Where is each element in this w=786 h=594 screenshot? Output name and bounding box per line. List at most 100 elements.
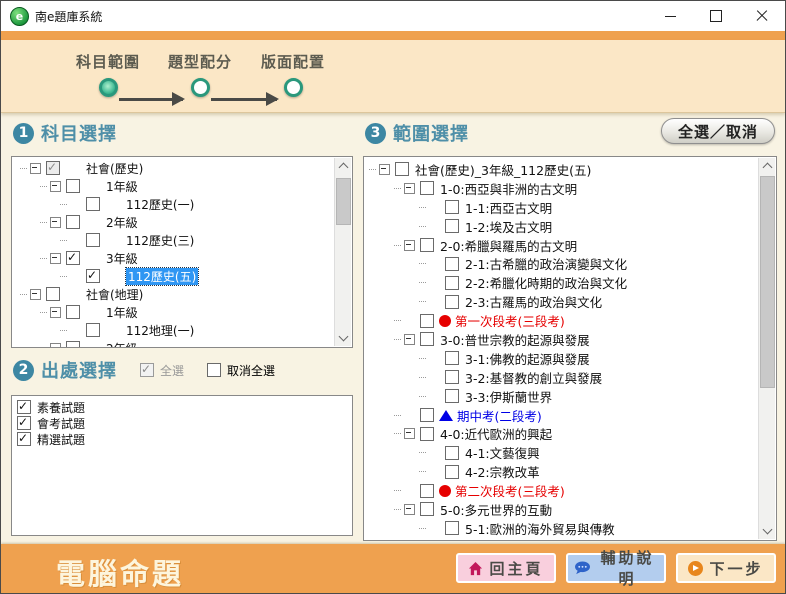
tree-row[interactable]: 3-1:佛教的起源與發展	[367, 349, 758, 368]
checkbox[interactable]	[420, 502, 434, 516]
scrollbar-thumb[interactable]	[760, 176, 775, 388]
scroll-down-button[interactable]	[759, 523, 775, 539]
maximize-button[interactable]	[693, 1, 739, 31]
tree-node-label[interactable]: 4-2:宗教改革	[465, 462, 540, 481]
checkbox[interactable]	[445, 521, 459, 535]
tree-node-label[interactable]: 112歷史(一)	[126, 196, 194, 213]
checkbox[interactable]	[66, 341, 80, 348]
checkbox[interactable]	[445, 389, 459, 403]
tree-row[interactable]: 第一次段考(三段考)	[367, 311, 758, 330]
expand-toggle-icon[interactable]	[50, 181, 61, 192]
checkbox[interactable]	[395, 162, 409, 176]
expand-toggle-icon[interactable]	[404, 334, 415, 345]
checkbox[interactable]	[86, 197, 100, 211]
checkbox[interactable]	[445, 276, 459, 290]
help-button[interactable]: 輔助說明	[566, 553, 666, 583]
expand-toggle-icon[interactable]	[404, 183, 415, 194]
tree-node-label[interactable]: 3-3:伊斯蘭世界	[465, 387, 552, 406]
tree-node-label[interactable]: 1-0:西亞與非洲的古文明	[440, 179, 577, 198]
tree-row[interactable]: 4-0:近代歐洲的興起	[367, 424, 758, 443]
checkbox[interactable]	[420, 314, 434, 328]
checkbox[interactable]	[420, 484, 434, 498]
deselect-all-checkbox[interactable]: 取消全選	[205, 362, 275, 379]
tree-node-label[interactable]: 2-1:古希臘的政治演變與文化	[465, 254, 627, 273]
tree-row[interactable]: 社會(地理)	[16, 285, 334, 303]
checkbox[interactable]	[420, 181, 434, 195]
close-button[interactable]	[739, 1, 785, 31]
tree-node-label[interactable]: 2-3:古羅馬的政治與文化	[465, 292, 602, 311]
tree-node-label[interactable]: 2-0:希臘與羅馬的古文明	[440, 236, 577, 255]
checkbox[interactable]	[445, 200, 459, 214]
checkbox[interactable]	[420, 332, 434, 346]
tree-node-label[interactable]: 5-0:多元世界的互動	[440, 500, 552, 519]
tree-node-label[interactable]: 社會(地理)	[86, 286, 143, 303]
expand-toggle-icon[interactable]	[30, 163, 41, 174]
tree-row[interactable]: 112歷史(三)	[16, 231, 334, 249]
subject-tree-scrollbar[interactable]	[334, 158, 351, 346]
tree-node-label[interactable]: 112歷史(五)	[126, 268, 198, 285]
tree-node-label[interactable]: 第一次段考(三段考)	[455, 311, 565, 330]
expand-toggle-icon[interactable]	[404, 428, 415, 439]
checkbox[interactable]	[445, 257, 459, 271]
tree-node-label[interactable]: 112歷史(三)	[126, 232, 194, 249]
tree-row[interactable]: 1年級	[16, 177, 334, 195]
tree-row[interactable]: 2-3:古羅馬的政治與文化	[367, 292, 758, 311]
tree-node-label[interactable]: 第二次段考(三段考)	[455, 481, 565, 500]
checkbox[interactable]	[445, 295, 459, 309]
source-list-item[interactable]: 會考試題	[12, 415, 352, 431]
tree-row[interactable]: 社會(歷史)	[16, 159, 334, 177]
expand-toggle-icon[interactable]	[50, 253, 61, 264]
checkbox[interactable]	[86, 323, 100, 337]
tree-row[interactable]: 4-2:宗教改革	[367, 462, 758, 481]
tree-node-label[interactable]: 3-0:普世宗教的起源與發展	[440, 330, 590, 349]
tree-node-label[interactable]: 2年級	[106, 214, 138, 231]
tree-node-label[interactable]: 社會(歷史)	[86, 160, 143, 177]
range-tree-scrollbar[interactable]	[758, 158, 775, 539]
expand-toggle-icon[interactable]	[50, 307, 61, 318]
next-step-button[interactable]: 下一步	[676, 553, 776, 583]
tree-row[interactable]: 1年級	[16, 303, 334, 321]
home-button[interactable]: 回主頁	[456, 553, 556, 583]
checkbox[interactable]	[445, 465, 459, 479]
tree-node-label[interactable]: 1年級	[106, 178, 138, 195]
tree-node-label[interactable]: 1-2:埃及古文明	[465, 217, 552, 236]
tree-node-label[interactable]: 3-2:基督教的創立與發展	[465, 368, 602, 387]
checkbox[interactable]	[207, 363, 221, 377]
checkbox[interactable]	[66, 305, 80, 319]
tree-row[interactable]: 3-2:基督教的創立與發展	[367, 368, 758, 387]
tree-node-label[interactable]: 4-1:文藝復興	[465, 443, 540, 462]
tree-node-label[interactable]: 5-1:歐洲的海外貿易與傳教	[465, 519, 615, 538]
tree-row[interactable]: 期中考(二段考)	[367, 406, 758, 425]
minimize-button[interactable]	[647, 1, 693, 31]
source-list-item[interactable]: 精選試題	[12, 431, 352, 447]
checkbox[interactable]	[445, 446, 459, 460]
expand-toggle-icon[interactable]	[404, 504, 415, 515]
checkbox[interactable]	[46, 287, 60, 301]
tree-row[interactable]: 2-1:古希臘的政治演變與文化	[367, 254, 758, 273]
tree-row[interactable]: 3年級	[16, 249, 334, 267]
tree-row[interactable]: 3-0:普世宗教的起源與發展	[367, 330, 758, 349]
tree-row[interactable]: 4-1:文藝復興	[367, 443, 758, 462]
tree-row[interactable]: 1-2:埃及古文明	[367, 217, 758, 236]
tree-node-label[interactable]: 2年級	[106, 340, 138, 349]
tree-row[interactable]: 112歷史(一)	[16, 195, 334, 213]
checkbox[interactable]	[66, 179, 80, 193]
checkbox[interactable]	[445, 351, 459, 365]
tree-node-label[interactable]: 1-1:西亞古文明	[465, 198, 552, 217]
select-all-checkbox[interactable]: 全選	[138, 362, 184, 379]
checkbox[interactable]	[17, 432, 31, 446]
checkbox[interactable]	[420, 427, 434, 441]
tree-row[interactable]: 1-1:西亞古文明	[367, 198, 758, 217]
tree-row[interactable]: 1-0:西亞與非洲的古文明	[367, 179, 758, 198]
tree-row[interactable]: 3-3:伊斯蘭世界	[367, 387, 758, 406]
scroll-up-button[interactable]	[335, 158, 351, 174]
checkbox[interactable]	[66, 251, 80, 265]
scrollbar-thumb[interactable]	[336, 178, 351, 225]
tree-node-label[interactable]: 1年級	[106, 304, 138, 321]
expand-toggle-icon[interactable]	[30, 289, 41, 300]
tree-row[interactable]: 2-2:希臘化時期的政治與文化	[367, 273, 758, 292]
checkbox[interactable]	[66, 215, 80, 229]
checkbox[interactable]	[86, 233, 100, 247]
tree-row[interactable]: 112地理(一)	[16, 321, 334, 339]
checkbox[interactable]	[86, 269, 100, 283]
